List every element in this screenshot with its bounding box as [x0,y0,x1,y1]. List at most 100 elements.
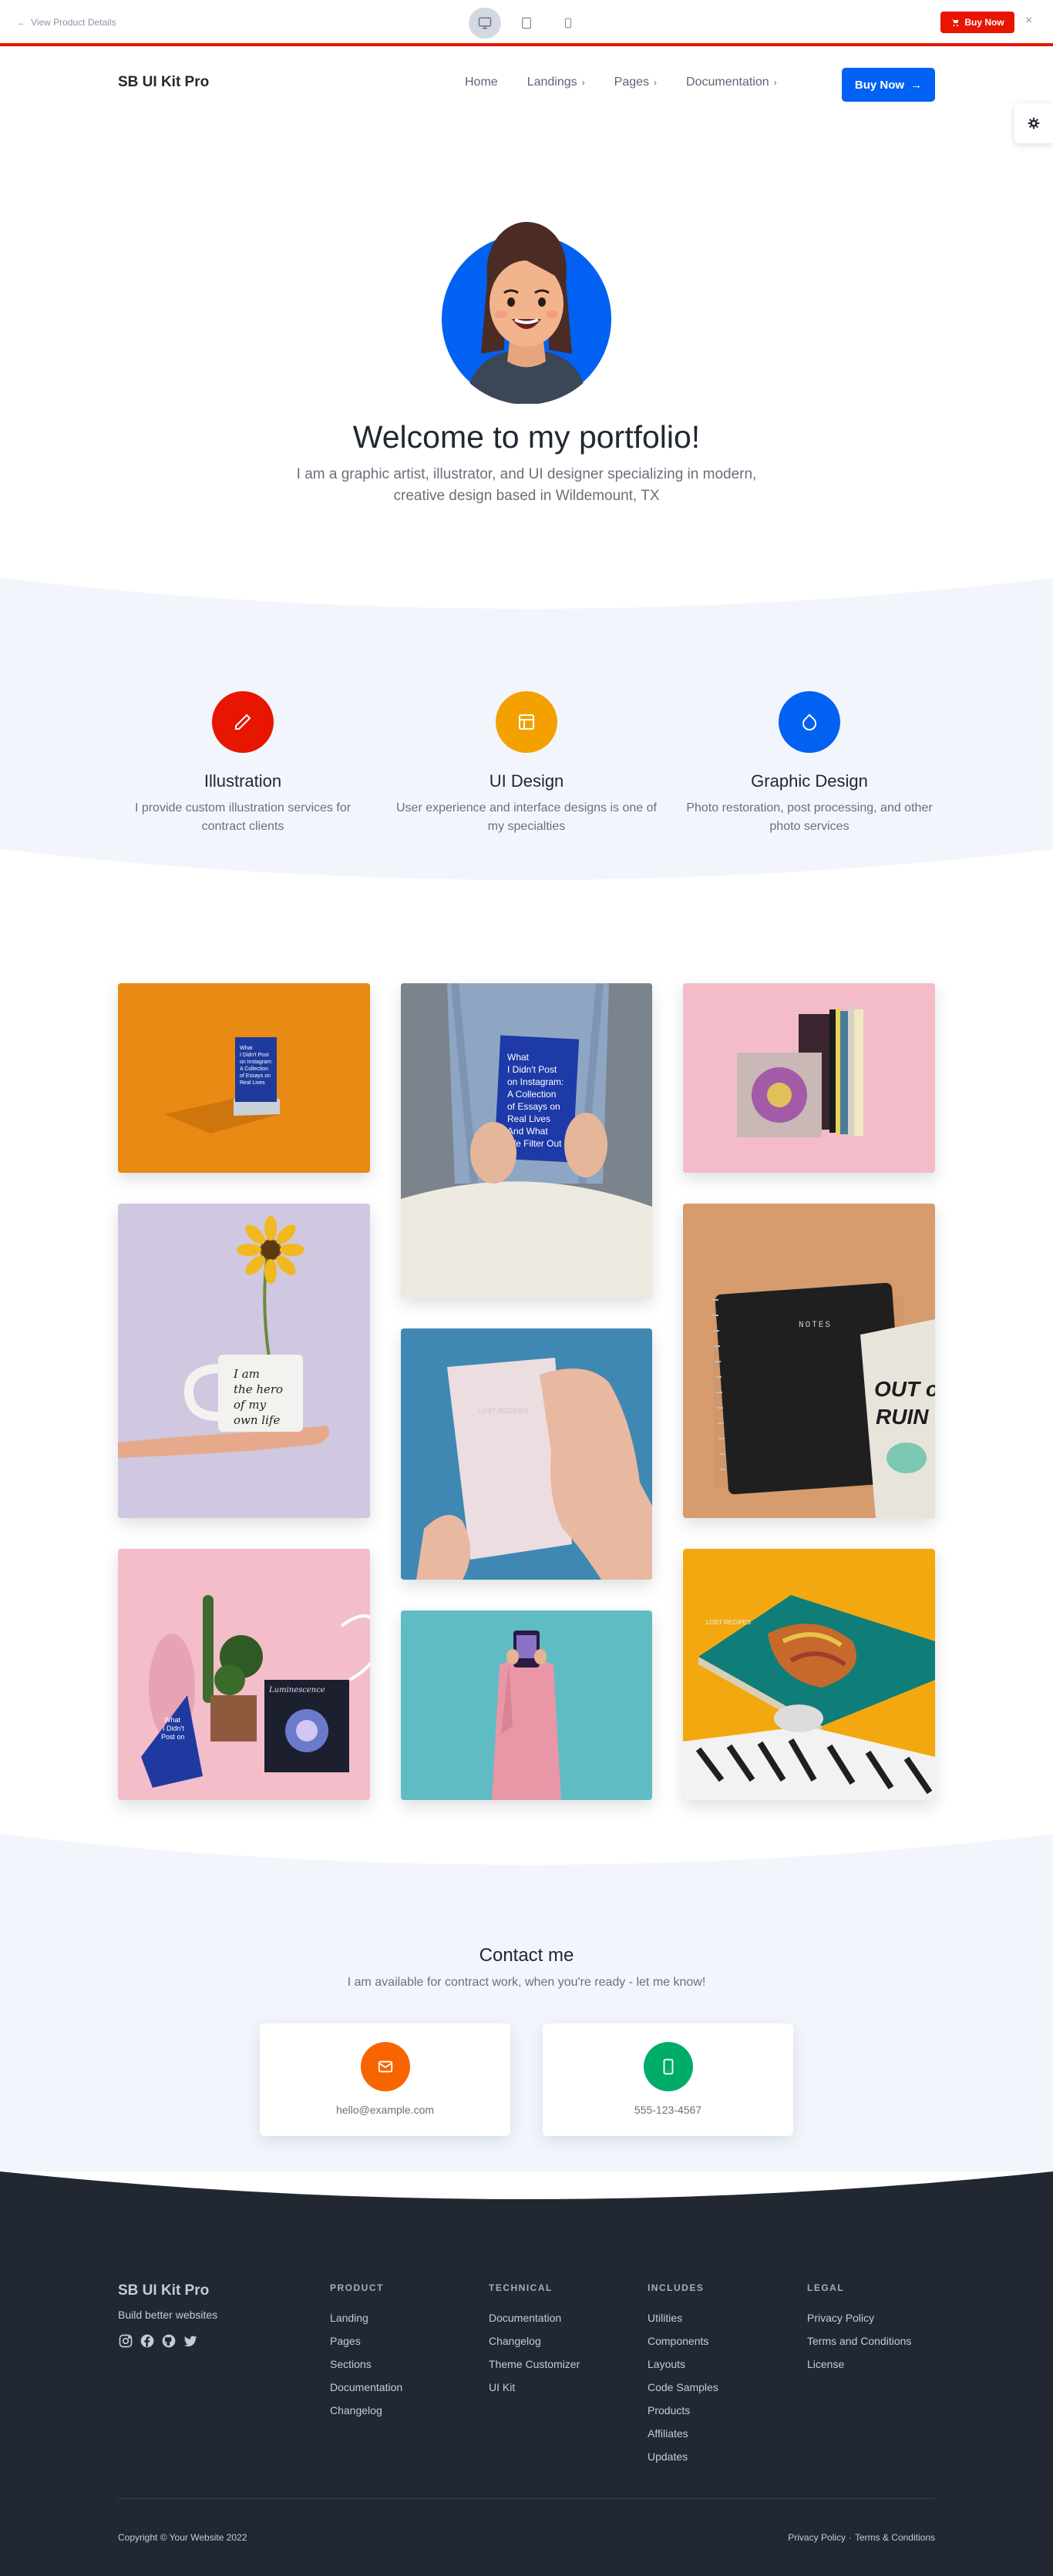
service-icon-circle [496,691,557,753]
footer-tagline: Build better websites [118,2309,218,2321]
footer-link[interactable]: Terms and Conditions [807,2335,911,2347]
portfolio-item-9[interactable]: LOST RECIPES [683,1549,935,1800]
nav-buy-now-label: Buy Now [854,78,905,92]
footer-link[interactable]: Utilities [648,2312,718,2324]
portfolio-item-8[interactable] [401,1610,652,1800]
footer-link[interactable]: Documentation [330,2381,402,2393]
svg-text:I Didn't Post: I Didn't Post [507,1064,557,1075]
footer-link[interactable]: Updates [648,2450,718,2463]
footer-column-heading: INCLUDES [648,2282,705,2293]
preview-buy-now-label: Buy Now [964,17,1004,28]
footer-column-legal: LEGAL Privacy Policy Terms and Condition… [807,2282,911,2381]
hero-title: Welcome to my portfolio! [352,419,701,455]
footer-link[interactable]: License [807,2358,911,2370]
service-description: I provide custom illustration services f… [134,801,352,833]
main-navbar: SB UI Kit Pro Home Landings › Pages › Docu… [0,49,1053,119]
footer-link[interactable]: Theme Customizer [489,2358,580,2370]
footer-link[interactable]: Landing [330,2312,402,2324]
service-icon-circle [779,691,840,753]
nav-link-landings[interactable]: Landings › [527,76,585,89]
footer-link[interactable]: UI Kit [489,2381,580,2393]
portfolio-item-4[interactable]: I am the hero of my own life [118,1204,370,1518]
footer-link[interactable]: Pages [330,2335,402,2347]
portfolio-item-2[interactable]: What I Didn't Post on Instagram: A Colle… [401,983,652,1298]
github-icon[interactable] [161,2333,177,2349]
footer-link[interactable]: Components [648,2335,718,2347]
view-product-details-link[interactable]: ← View Product Details [17,17,116,28]
desktop-icon [478,17,492,29]
nav-buy-now-button[interactable]: Buy Now → [842,68,935,102]
footer-link[interactable]: Changelog [489,2335,580,2347]
hero-subtitle: I am a graphic artist, illustrator, and … [296,466,757,504]
droplet-icon [802,714,817,730]
settings-toggle[interactable] [1014,103,1053,143]
footer-link[interactable]: Documentation [489,2312,580,2324]
svg-text:NOTES: NOTES [799,1321,832,1330]
svg-text:on Instagram:: on Instagram: [240,1060,273,1065]
arrow-left-icon: ← [17,17,26,28]
facebook-icon[interactable] [140,2333,155,2349]
portfolio-image [683,983,935,1173]
portfolio-image: I am the hero of my own life [118,1204,370,1518]
nav-link-home[interactable]: Home [465,76,498,89]
footer-legal-links: Privacy Policy · Terms & Conditions [788,2532,935,2543]
footer-link[interactable]: Products [648,2404,718,2416]
portfolio-image: NOTES OUT of RUIN [683,1204,935,1518]
smartphone-icon [663,2058,673,2075]
tablet-icon [522,17,531,29]
contact-subtitle: I am available for contract work, when y… [347,1976,706,1989]
svg-text:Luminescence: Luminescence [268,1686,325,1694]
twitter-icon[interactable] [183,2333,198,2349]
footer-link[interactable]: Code Samples [648,2381,718,2393]
footer-social-links [118,2333,198,2349]
footer-terms-link[interactable]: Terms & Conditions [855,2532,935,2543]
service-description: Photo restoration, post processing, and … [686,801,933,833]
portfolio-item-6[interactable]: NOTES OUT of RUIN [683,1204,935,1518]
footer-column-product: PRODUCT Landing Pages Sections Documenta… [330,2282,402,2427]
footer-link[interactable]: Affiliates [648,2427,718,2440]
nav-link-label: Documentation [686,76,769,89]
portfolio-image: What I Didn't Post on Instagram: A Colle… [118,983,370,1173]
close-icon: × [1025,14,1033,27]
svg-text:LOST RECIPES: LOST RECIPES [478,1407,528,1415]
mobile-view-button[interactable] [552,8,584,39]
portfolio-item-1[interactable]: What I Didn't Post on Instagram: A Colle… [118,983,370,1173]
svg-text:What: What [240,1046,252,1051]
portfolio-item-3[interactable] [683,983,935,1173]
portfolio-image: What I Didn't Post on Instagram: A Colle… [401,983,652,1298]
footer-privacy-link[interactable]: Privacy Policy [788,2532,846,2543]
view-product-details-label: View Product Details [31,17,116,28]
navbar-brand[interactable]: SB UI Kit Pro [118,74,209,91]
footer-link[interactable]: Layouts [648,2358,718,2370]
portfolio-image: LOST RECIPES [683,1549,935,1800]
nav-link-documentation[interactable]: Documentation › [686,76,777,89]
svg-text:And What: And What [507,1126,548,1137]
service-graphic-design: Graphic Design Photo restoration, post p… [678,691,940,836]
portfolio-item-7[interactable]: What I Didn't Post on Luminescence [118,1549,370,1800]
service-icon-circle [212,691,274,753]
contact-phone[interactable]: 555-123-4567 [543,2104,793,2116]
contact-email[interactable]: hello@example.com [260,2104,510,2116]
instagram-icon[interactable] [118,2333,133,2349]
contact-title: Contact me [479,1945,574,1966]
portfolio-item-5[interactable]: LOST RECIPES [401,1328,652,1580]
page: ← View Product Details Buy Now × SB UI K… [0,0,1053,2576]
footer-link[interactable]: Changelog [330,2404,402,2416]
svg-text:of Essays on: of Essays on [507,1101,560,1112]
contact-card-email[interactable]: hello@example.com [260,2024,510,2136]
close-preview-button[interactable]: × [1025,14,1032,28]
footer-divider [118,2498,935,2499]
footer-column-heading: TECHNICAL [489,2282,553,2293]
arrow-right-icon: → [910,78,923,92]
nav-link-pages[interactable]: Pages › [614,76,657,89]
desktop-view-button[interactable] [469,8,501,39]
preview-buy-now-button[interactable]: Buy Now [940,12,1014,33]
contact-card-phone[interactable]: 555-123-4567 [543,2024,793,2136]
chevron-right-icon: › [581,77,585,88]
footer-link[interactable]: Sections [330,2358,402,2370]
svg-text:What: What [164,1716,181,1724]
footer-column-heading: LEGAL [807,2282,845,2293]
footer-link[interactable]: Privacy Policy [807,2312,911,2324]
tablet-view-button[interactable] [510,8,543,39]
service-title: Graphic Design [751,771,868,791]
